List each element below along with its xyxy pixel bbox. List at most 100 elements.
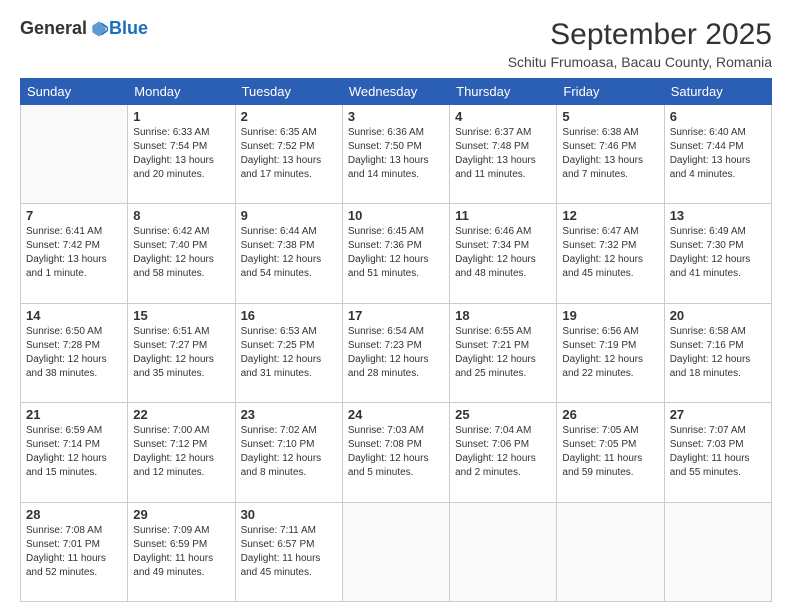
- day-info: Sunrise: 6:54 AM Sunset: 7:23 PM Dayligh…: [348, 325, 444, 381]
- table-row: 15Sunrise: 6:51 AM Sunset: 7:27 PM Dayli…: [128, 303, 235, 402]
- table-row: 4 Sunrise: 6:37 AM Sunset: 7:48 PM Daylig…: [450, 105, 557, 204]
- day-number: 13: [670, 208, 766, 223]
- calendar-week-row: 14 Sunrise: 6:50 AM Sunset: 7:28 PM Dayli…: [21, 303, 772, 402]
- table-row: 17 Sunrise: 6:54 AM Sunset: 7:23 PM Dayli…: [342, 303, 449, 402]
- logo-icon: [89, 19, 109, 39]
- table-row: 24Sunrise: 7:03 AM Sunset: 7:08 PM Dayli…: [342, 403, 449, 502]
- day-number: 5: [562, 109, 658, 124]
- day-number: 24: [348, 407, 444, 422]
- day-info: Sunrise: 6:51 AM Sunset: 7:27 PM Dayligh…: [133, 325, 229, 381]
- table-row: 5 Sunrise: 6:38 AM Sunset: 7:46 PM Daylig…: [557, 105, 664, 204]
- day-number: 29: [133, 507, 229, 522]
- day-info: Sunrise: 6:53 AM Sunset: 7:25 PM Dayligh…: [241, 325, 337, 381]
- table-row: 10 Sunrise: 6:45 AM Sunset: 7:36 PM Dayli…: [342, 204, 449, 303]
- calendar-week-row: 21 Sunrise: 6:59 AM Sunset: 7:14 PM Dayli…: [21, 403, 772, 502]
- header-monday: Monday: [128, 79, 235, 105]
- table-row: 14 Sunrise: 6:50 AM Sunset: 7:28 PM Dayli…: [21, 303, 128, 402]
- table-row: 29Sunrise: 7:09 AM Sunset: 6:59 PM Dayli…: [128, 502, 235, 601]
- day-info: Sunrise: 7:00 AM Sunset: 7:12 PM Dayligh…: [133, 424, 229, 480]
- day-info: Sunrise: 6:37 AM Sunset: 7:48 PM Dayligh…: [455, 126, 551, 182]
- day-info: Sunrise: 6:45 AM Sunset: 7:36 PM Dayligh…: [348, 225, 444, 281]
- day-info: Sunrise: 6:49 AM Sunset: 7:30 PM Dayligh…: [670, 225, 766, 281]
- table-row: 11 Sunrise: 6:46 AM Sunset: 7:34 PM Dayli…: [450, 204, 557, 303]
- day-info: Sunrise: 6:42 AM Sunset: 7:40 PM Dayligh…: [133, 225, 229, 281]
- table-row: 1 Sunrise: 6:33 AM Sunset: 7:54 PM Daylig…: [128, 105, 235, 204]
- table-row: 6 Sunrise: 6:40 AM Sunset: 7:44 PM Daylig…: [664, 105, 771, 204]
- day-info: Sunrise: 6:33 AM Sunset: 7:54 PM Dayligh…: [133, 126, 229, 182]
- calendar-table: Sunday Monday Tuesday Wednesday Thursday…: [20, 78, 772, 602]
- table-row: 20 Sunrise: 6:58 AM Sunset: 7:16 PM Dayli…: [664, 303, 771, 402]
- title-block: September 2025 Schitu Frumoasa, Bacau Co…: [508, 18, 772, 70]
- table-row: 21 Sunrise: 6:59 AM Sunset: 7:14 PM Dayli…: [21, 403, 128, 502]
- day-number: 30: [241, 507, 337, 522]
- day-info: Sunrise: 6:36 AM Sunset: 7:50 PM Dayligh…: [348, 126, 444, 182]
- table-row: 8 Sunrise: 6:42 AM Sunset: 7:40 PM Daylig…: [128, 204, 235, 303]
- table-row: 19Sunrise: 6:56 AM Sunset: 7:19 PM Dayli…: [557, 303, 664, 402]
- table-row: 23 Sunrise: 7:02 AM Sunset: 7:10 PM Dayli…: [235, 403, 342, 502]
- table-row: 7Sunrise: 6:41 AM Sunset: 7:42 PM Daylig…: [21, 204, 128, 303]
- table-row: [557, 502, 664, 601]
- table-row: 27Sunrise: 7:07 AM Sunset: 7:03 PM Dayli…: [664, 403, 771, 502]
- day-number: 22: [133, 407, 229, 422]
- day-info: Sunrise: 6:40 AM Sunset: 7:44 PM Dayligh…: [670, 126, 766, 182]
- day-number: 7: [26, 208, 122, 223]
- header-thursday: Thursday: [450, 79, 557, 105]
- day-number: 1: [133, 109, 229, 124]
- day-number: 14: [26, 308, 122, 323]
- calendar-week-row: 1 Sunrise: 6:33 AM Sunset: 7:54 PM Daylig…: [21, 105, 772, 204]
- header-sunday: Sunday: [21, 79, 128, 105]
- table-row: 3 Sunrise: 6:36 AM Sunset: 7:50 PM Daylig…: [342, 105, 449, 204]
- day-number: 21: [26, 407, 122, 422]
- table-row: 26 Sunrise: 7:05 AM Sunset: 7:05 PM Dayli…: [557, 403, 664, 502]
- day-number: 16: [241, 308, 337, 323]
- day-info: Sunrise: 7:08 AM Sunset: 7:01 PM Dayligh…: [26, 524, 122, 580]
- day-number: 12: [562, 208, 658, 223]
- day-number: 26: [562, 407, 658, 422]
- day-number: 25: [455, 407, 551, 422]
- table-row: 28 Sunrise: 7:08 AM Sunset: 7:01 PM Dayli…: [21, 502, 128, 601]
- table-row: 25 Sunrise: 7:04 AM Sunset: 7:06 PM Dayli…: [450, 403, 557, 502]
- logo-general-text: General: [20, 18, 87, 39]
- day-number: 3: [348, 109, 444, 124]
- day-info: Sunrise: 6:46 AM Sunset: 7:34 PM Dayligh…: [455, 225, 551, 281]
- day-info: Sunrise: 6:44 AM Sunset: 7:38 PM Dayligh…: [241, 225, 337, 281]
- day-info: Sunrise: 6:47 AM Sunset: 7:32 PM Dayligh…: [562, 225, 658, 281]
- table-row: 9Sunrise: 6:44 AM Sunset: 7:38 PM Daylig…: [235, 204, 342, 303]
- day-number: 10: [348, 208, 444, 223]
- day-info: Sunrise: 6:50 AM Sunset: 7:28 PM Dayligh…: [26, 325, 122, 381]
- table-row: 2Sunrise: 6:35 AM Sunset: 7:52 PM Daylig…: [235, 105, 342, 204]
- day-info: Sunrise: 7:05 AM Sunset: 7:05 PM Dayligh…: [562, 424, 658, 480]
- day-number: 11: [455, 208, 551, 223]
- day-info: Sunrise: 7:04 AM Sunset: 7:06 PM Dayligh…: [455, 424, 551, 480]
- day-number: 20: [670, 308, 766, 323]
- day-number: 2: [241, 109, 337, 124]
- day-number: 8: [133, 208, 229, 223]
- header-wednesday: Wednesday: [342, 79, 449, 105]
- day-number: 17: [348, 308, 444, 323]
- day-number: 28: [26, 507, 122, 522]
- logo: General Blue: [20, 18, 148, 39]
- calendar-week-row: 7Sunrise: 6:41 AM Sunset: 7:42 PM Daylig…: [21, 204, 772, 303]
- day-number: 18: [455, 308, 551, 323]
- header-saturday: Saturday: [664, 79, 771, 105]
- table-row: 18 Sunrise: 6:55 AM Sunset: 7:21 PM Dayli…: [450, 303, 557, 402]
- day-info: Sunrise: 6:58 AM Sunset: 7:16 PM Dayligh…: [670, 325, 766, 381]
- table-row: 12 Sunrise: 6:47 AM Sunset: 7:32 PM Dayli…: [557, 204, 664, 303]
- day-info: Sunrise: 7:11 AM Sunset: 6:57 PM Dayligh…: [241, 524, 337, 580]
- table-row: 16 Sunrise: 6:53 AM Sunset: 7:25 PM Dayli…: [235, 303, 342, 402]
- logo-blue-text: Blue: [109, 18, 148, 39]
- day-info: Sunrise: 6:55 AM Sunset: 7:21 PM Dayligh…: [455, 325, 551, 381]
- day-number: 6: [670, 109, 766, 124]
- month-title: September 2025: [508, 18, 772, 52]
- table-row: [21, 105, 128, 204]
- table-row: 30 Sunrise: 7:11 AM Sunset: 6:57 PM Dayli…: [235, 502, 342, 601]
- day-info: Sunrise: 6:59 AM Sunset: 7:14 PM Dayligh…: [26, 424, 122, 480]
- day-number: 23: [241, 407, 337, 422]
- day-number: 4: [455, 109, 551, 124]
- day-info: Sunrise: 7:02 AM Sunset: 7:10 PM Dayligh…: [241, 424, 337, 480]
- day-number: 27: [670, 407, 766, 422]
- table-row: 22 Sunrise: 7:00 AM Sunset: 7:12 PM Dayli…: [128, 403, 235, 502]
- header-friday: Friday: [557, 79, 664, 105]
- day-info: Sunrise: 6:38 AM Sunset: 7:46 PM Dayligh…: [562, 126, 658, 182]
- calendar-week-row: 28 Sunrise: 7:08 AM Sunset: 7:01 PM Dayli…: [21, 502, 772, 601]
